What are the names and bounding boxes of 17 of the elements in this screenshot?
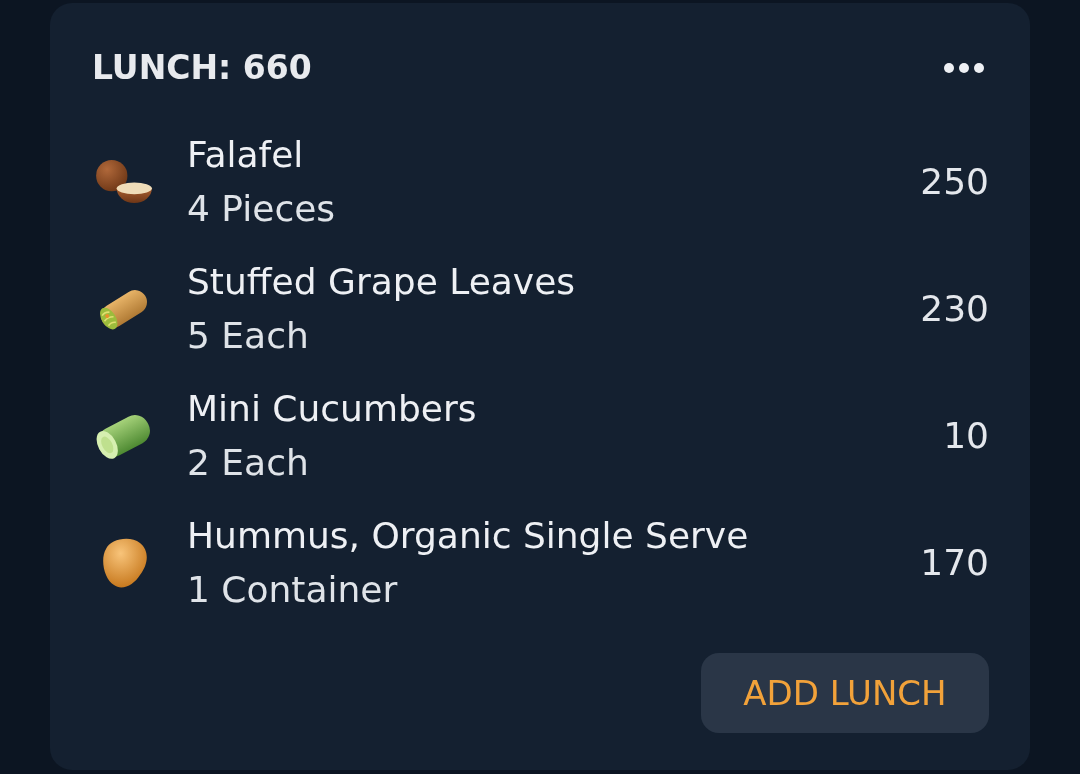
- serving-size: 4 Pieces: [187, 186, 336, 231]
- serving-size: 5 Each: [187, 313, 309, 358]
- calorie-count: 250: [920, 159, 989, 204]
- chickpea-icon: [100, 536, 148, 589]
- falafel-icon: [95, 159, 153, 204]
- calorie-count: 170: [920, 540, 989, 585]
- calorie-count: 230: [920, 286, 989, 331]
- more-icon[interactable]: [944, 63, 984, 73]
- food-name: Stuffed Grape Leaves: [187, 259, 576, 304]
- serving-size: 2 Each: [187, 440, 309, 485]
- food-name: Falafel: [187, 132, 304, 177]
- add-button[interactable]: ADD LUNCH: [701, 653, 989, 733]
- food-name: Hummus, Organic Single Serve: [187, 513, 749, 558]
- serving-size: 1 Container: [187, 567, 398, 612]
- calorie-count: 10: [943, 413, 989, 458]
- food-name: Mini Cucumbers: [187, 386, 477, 431]
- meal-title: LUNCH: 660: [92, 48, 312, 88]
